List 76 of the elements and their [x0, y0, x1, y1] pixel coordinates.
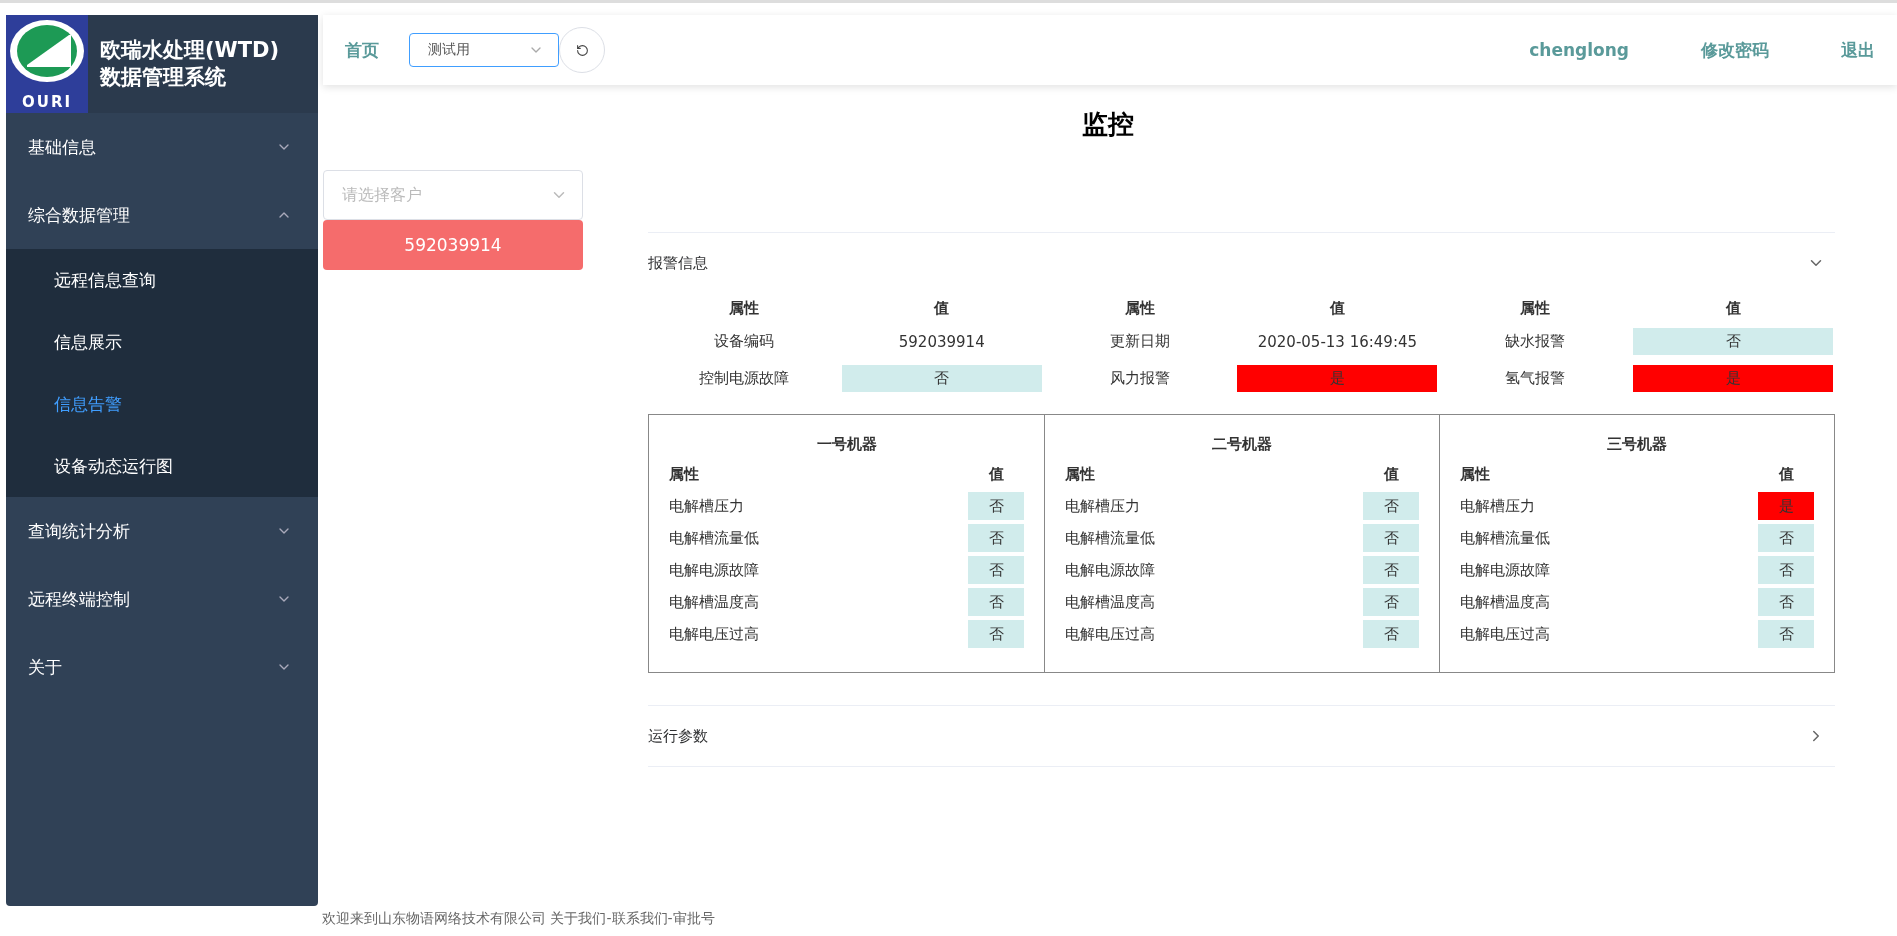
footer-text: 欢迎来到山东物语网络技术有限公司 关于我们-联系我们-审批号	[321, 909, 716, 928]
table-cell-text: 更新日期	[1108, 331, 1171, 352]
value-cell: 否	[1363, 492, 1419, 520]
column-header: 值	[1724, 298, 1742, 319]
column-header: 属性	[669, 464, 699, 484]
table-cell: 电解电压过高	[1460, 624, 1550, 644]
value-cell: 否	[1758, 524, 1814, 552]
value-cell: 否	[968, 492, 1024, 520]
value-cell: 否	[968, 556, 1024, 584]
table-cell: 电解电源故障	[1460, 560, 1550, 580]
value-cell: 否	[1363, 524, 1419, 552]
collapse-header[interactable]: 运行参数	[648, 705, 1835, 767]
menu-item[interactable]: 远程终端控制	[6, 565, 318, 633]
menu-item[interactable]: 综合数据管理	[6, 181, 318, 249]
column-header: 属性	[1519, 298, 1552, 319]
table-cell: 电解槽温度高	[1460, 592, 1550, 612]
value-cell: 否	[841, 365, 1042, 392]
menu-item[interactable]: 关于	[6, 633, 318, 701]
logo-emblem-icon	[9, 19, 85, 83]
table-cell: 电解槽压力	[1065, 496, 1140, 516]
table-cell: 电解槽温度高	[669, 592, 759, 612]
table-cell-text: 控制电源故障	[697, 368, 790, 389]
table-cell-text: 缺水报警	[1504, 331, 1567, 352]
machine-title: 三号机器	[1606, 435, 1668, 454]
table-cell-text: 风力报警	[1108, 368, 1171, 389]
column-header: 属性	[1065, 464, 1095, 484]
table-cell: 电解槽流量低	[669, 528, 759, 548]
value-cell: 否	[968, 588, 1024, 616]
column-header: 属性	[1460, 464, 1490, 484]
value-cell: 是	[1758, 492, 1814, 520]
logo-text: OURI	[21, 93, 73, 111]
table-cell: 电解槽压力	[1460, 496, 1535, 516]
submenu-item[interactable]: 设备动态运行图	[6, 435, 318, 497]
table-cell: 电解电压过高	[669, 624, 759, 644]
column-header: 值	[1382, 464, 1400, 484]
machine-title: 二号机器	[1211, 435, 1273, 454]
column-header: 值	[1777, 464, 1795, 484]
table-cell-text: 2020-05-13 16:49:45	[1256, 331, 1419, 353]
value-cell: 否	[1363, 588, 1419, 616]
refresh-button[interactable]	[559, 27, 605, 73]
site-select[interactable]: 测试用	[409, 33, 559, 67]
value-cell: 否	[1363, 620, 1419, 648]
table-cell: 电解电源故障	[1065, 560, 1155, 580]
value-cell: 否	[1758, 620, 1814, 648]
table-cell-text: 设备编码	[712, 331, 775, 352]
column-header: 属性	[1123, 298, 1156, 319]
machine-title: 一号机器	[815, 435, 878, 454]
submenu-item[interactable]: 信息展示	[6, 311, 318, 373]
column-header: 值	[987, 464, 1005, 484]
value-cell: 否	[1363, 556, 1419, 584]
value-cell: 是	[1633, 365, 1833, 392]
table-cell: 电解槽压力	[669, 496, 744, 516]
value-cell: 否	[968, 524, 1024, 552]
value-cell: 否	[968, 620, 1024, 648]
collapse-header[interactable]: 报警信息	[648, 232, 1835, 293]
table-cell: 电解槽流量低	[1065, 528, 1155, 548]
value-cell: 是	[1237, 365, 1438, 392]
menu-item[interactable]: 基础信息	[6, 113, 318, 181]
column-header: 属性	[727, 298, 760, 319]
app-title: 欧瑞水处理(WTD) 数据管理系统	[100, 36, 280, 91]
table-cell-text: 氢气报警	[1504, 368, 1567, 389]
page-title: 监控	[1080, 108, 1135, 141]
menu-item[interactable]: 查询统计分析	[6, 497, 318, 565]
table-cell: 电解电压过高	[1065, 624, 1155, 644]
submenu-item[interactable]: 信息告警	[6, 373, 318, 435]
table-cell: 电解槽流量低	[1460, 528, 1550, 548]
value-cell: 否	[1633, 328, 1833, 355]
table-cell: 电解槽温度高	[1065, 592, 1155, 612]
column-header: 值	[1328, 298, 1346, 319]
value-cell: 否	[1758, 588, 1814, 616]
table-cell: 电解电源故障	[669, 560, 759, 580]
refresh-icon	[575, 43, 589, 57]
submenu-item[interactable]: 远程信息查询	[6, 249, 318, 311]
table-cell-text: 592039914	[897, 331, 986, 353]
value-cell: 否	[1758, 556, 1814, 584]
column-header: 值	[932, 298, 951, 319]
